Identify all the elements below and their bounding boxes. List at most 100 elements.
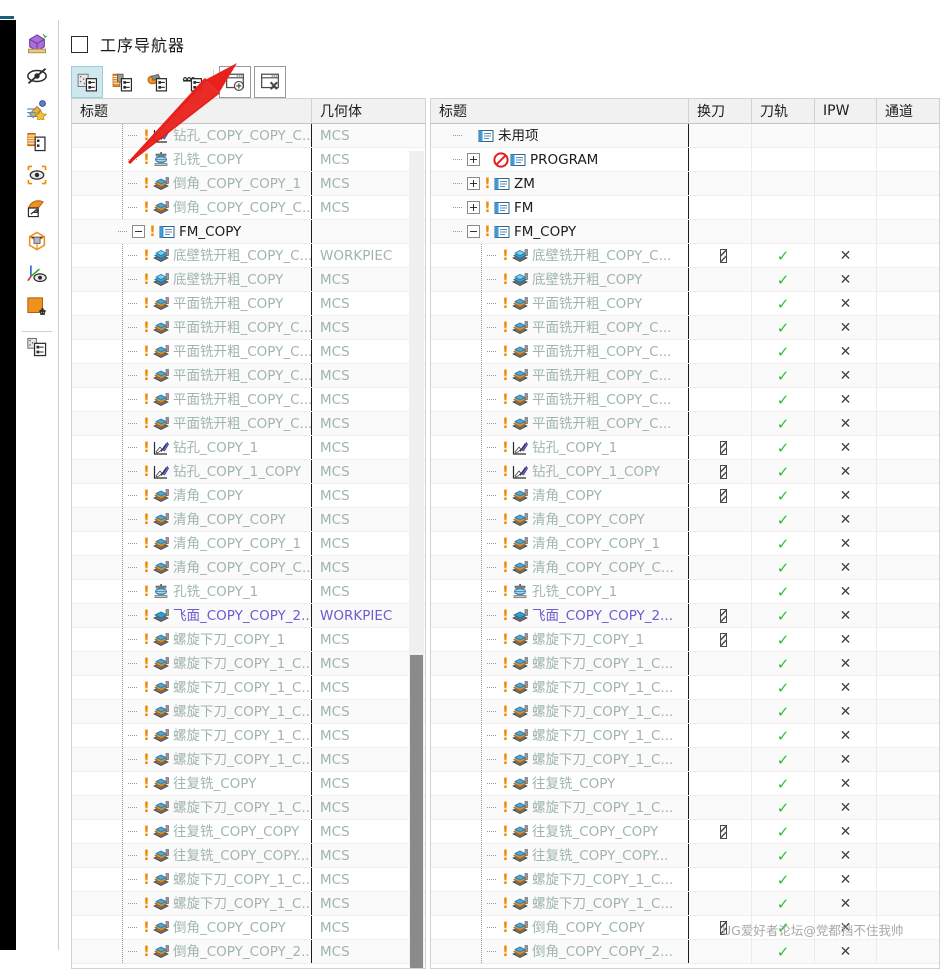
rail-item-2[interactable]: [16, 94, 58, 127]
cell-title[interactable]: ! ZM: [431, 172, 689, 195]
cell-title[interactable]: ! 倒角_COPY_COPY_2...: [72, 940, 312, 963]
tree-expander-plus[interactable]: [467, 177, 480, 190]
tree-expander-plus[interactable]: [467, 201, 480, 214]
table-row[interactable]: ! 清角_COPY_COPY_1 MCS: [72, 532, 425, 556]
cell-title[interactable]: ! 倒角_COPY_COPY_C...: [72, 196, 312, 219]
cell-title[interactable]: ! 底壁铣开粗_COPY: [72, 268, 312, 291]
table-row[interactable]: ! 平面铣开粗_COPY_C... MCS: [72, 388, 425, 412]
cell-title[interactable]: ! 平面铣开粗_COPY_C...: [72, 388, 312, 411]
cell-title[interactable]: ! 往复铣_COPY_COPY...: [72, 844, 312, 867]
cell-title[interactable]: ! 螺旋下刀_COPY_1_C...: [72, 892, 312, 915]
cell-title[interactable]: ! 清角_COPY_COPY_1: [72, 532, 312, 555]
cell-title[interactable]: ! 平面铣开粗_COPY_C...: [72, 364, 312, 387]
cell-title[interactable]: ! 倒角_COPY_COPY_2...: [431, 940, 689, 963]
table-row[interactable]: ! 钻孔_COPY_1 MCS: [72, 436, 425, 460]
table-row[interactable]: ! FM_COPY: [72, 220, 425, 244]
table-row[interactable]: ! 平面铣开粗_COPY_C... ✓ ✕: [431, 340, 939, 364]
table-row[interactable]: ! 飞面_COPY_COPY_2... WORKPIEC: [72, 604, 425, 628]
rail-item-5[interactable]: [16, 193, 58, 226]
table-row[interactable]: ! 平面铣开粗_COPY_C... ✓ ✕: [431, 412, 939, 436]
table-row[interactable]: ! 螺旋下刀_COPY_1_C... ✓ ✕: [431, 700, 939, 724]
cell-title[interactable]: ! FM_COPY: [72, 220, 312, 243]
cell-title[interactable]: ! 孔铣_COPY_1: [431, 580, 689, 603]
table-row[interactable]: ! 清角_COPY_COPY ✓ ✕: [431, 508, 939, 532]
table-row[interactable]: ! 螺旋下刀_COPY_1_C... MCS: [72, 724, 425, 748]
column-header-title[interactable]: 标题: [72, 99, 312, 123]
table-row[interactable]: ! 钻孔_COPY_COPY_C... MCS: [72, 124, 425, 148]
table-row[interactable]: ! 钻孔_COPY_1 ✓ ✕: [431, 436, 939, 460]
cell-title[interactable]: ! 螺旋下刀_COPY_1_C...: [72, 724, 312, 747]
cell-title[interactable]: ! 平面铣开粗_COPY_C...: [72, 340, 312, 363]
cell-title[interactable]: ! 孔铣_COPY: [72, 148, 312, 171]
cell-title[interactable]: ! 平面铣开粗_COPY_C...: [431, 340, 689, 363]
table-row[interactable]: ! 往复铣_COPY_COPY... MCS: [72, 844, 425, 868]
rail-item-7[interactable]: [16, 259, 58, 292]
table-row[interactable]: ! 平面铣开粗_COPY MCS: [72, 292, 425, 316]
cell-title[interactable]: ! 飞面_COPY_COPY_2...: [431, 604, 689, 627]
table-row[interactable]: ! 倒角_COPY_COPY_2... MCS: [72, 940, 425, 964]
cell-title[interactable]: ! 螺旋下刀_COPY_1_C...: [431, 724, 689, 747]
cell-title[interactable]: ! 平面铣开粗_COPY_C...: [72, 412, 312, 435]
cell-title[interactable]: ! 螺旋下刀_COPY_1_C...: [72, 652, 312, 675]
table-row[interactable]: ! 清角_COPY_COPY_C... ✓ ✕: [431, 556, 939, 580]
cell-title[interactable]: ! 清角_COPY_COPY: [431, 508, 689, 531]
cell-title[interactable]: ! FM_COPY: [431, 220, 689, 243]
cell-title[interactable]: ! 螺旋下刀_COPY_1_C...: [72, 700, 312, 723]
cell-title[interactable]: ! 钻孔_COPY_1: [72, 436, 312, 459]
table-row[interactable]: ! 底壁铣开粗_COPY_C... ✓ ✕: [431, 244, 939, 268]
geometry-view-button[interactable]: [141, 66, 173, 98]
cell-title[interactable]: ! 螺旋下刀_COPY_1_C...: [431, 676, 689, 699]
left-vertical-scrollbar[interactable]: [409, 151, 424, 968]
table-row[interactable]: ! 平面铣开粗_COPY_C... MCS: [72, 364, 425, 388]
cell-title[interactable]: ! 平面铣开粗_COPY_C...: [431, 316, 689, 339]
machining-method-view-button[interactable]: [176, 66, 208, 98]
cell-title[interactable]: ! 钻孔_COPY_1: [431, 436, 689, 459]
table-row[interactable]: ! 往复铣_COPY ✓ ✕: [431, 772, 939, 796]
left-scrollbar-thumb[interactable]: [410, 655, 423, 968]
cell-title[interactable]: ! 螺旋下刀_COPY_1_C...: [431, 652, 689, 675]
table-row[interactable]: ! 螺旋下刀_COPY_1_C... MCS: [72, 748, 425, 772]
table-row[interactable]: PROGRAM: [431, 148, 939, 172]
cell-title[interactable]: ! 平面铣开粗_COPY: [72, 292, 312, 315]
cell-title[interactable]: ! 孔铣_COPY_1: [72, 580, 312, 603]
cell-title[interactable]: ! 钻孔_COPY_1_COPY: [72, 460, 312, 483]
cell-title[interactable]: ! 螺旋下刀_COPY_1_C...: [431, 796, 689, 819]
table-row[interactable]: ! FM_COPY: [431, 220, 939, 244]
cell-title[interactable]: ! 清角_COPY: [431, 484, 689, 507]
rail-item-8[interactable]: [16, 292, 58, 325]
cell-title[interactable]: ! 平面铣开粗_COPY_C...: [431, 364, 689, 387]
table-row[interactable]: ! 螺旋下刀_COPY_1 ✓ ✕: [431, 628, 939, 652]
table-row[interactable]: ! 底壁铣开粗_COPY MCS: [72, 268, 425, 292]
table-row[interactable]: ! 往复铣_COPY_COPY MCS: [72, 820, 425, 844]
rail-item-1[interactable]: [16, 61, 58, 94]
rail-item-4[interactable]: [16, 160, 58, 193]
cell-title[interactable]: ! 清角_COPY_COPY_C...: [431, 556, 689, 579]
table-row[interactable]: ! 螺旋下刀_COPY_1_C... MCS: [72, 868, 425, 892]
table-row[interactable]: ! 螺旋下刀_COPY_1_C... ✓ ✕: [431, 868, 939, 892]
table-row[interactable]: ! 飞面_COPY_COPY_2... ✓ ✕: [431, 604, 939, 628]
rail-item-0[interactable]: [16, 28, 58, 61]
cell-title[interactable]: ! 底壁铣开粗_COPY_C...: [72, 244, 312, 267]
cell-title[interactable]: ! 往复铣_COPY_COPY: [72, 820, 312, 843]
table-row[interactable]: ! 平面铣开粗_COPY ✓ ✕: [431, 292, 939, 316]
cell-title[interactable]: ! 底壁铣开粗_COPY: [431, 268, 689, 291]
cell-title[interactable]: ! 清角_COPY: [72, 484, 312, 507]
table-row[interactable]: ! 清角_COPY_COPY MCS: [72, 508, 425, 532]
table-row[interactable]: ! 往复铣_COPY_COPY ✓ ✕: [431, 820, 939, 844]
cell-title[interactable]: ! 螺旋下刀_COPY_1_C...: [72, 796, 312, 819]
cell-title[interactable]: PROGRAM: [431, 148, 689, 171]
cell-title[interactable]: ! 螺旋下刀_COPY_1_C...: [72, 868, 312, 891]
table-row[interactable]: ! 平面铣开粗_COPY_C... MCS: [72, 316, 425, 340]
cell-title[interactable]: ! 清角_COPY_COPY_C...: [72, 556, 312, 579]
table-row[interactable]: ! 往复铣_COPY MCS: [72, 772, 425, 796]
cell-title[interactable]: ! 平面铣开粗_COPY_C...: [72, 316, 312, 339]
cell-title[interactable]: ! 螺旋下刀_COPY_1_C...: [431, 868, 689, 891]
rail-item-3[interactable]: [16, 127, 58, 160]
table-row[interactable]: ! 螺旋下刀_COPY_1_C... ✓ ✕: [431, 796, 939, 820]
cell-title[interactable]: ! 往复铣_COPY_COPY...: [431, 844, 689, 867]
table-row[interactable]: ! 螺旋下刀_COPY_1_C... MCS: [72, 652, 425, 676]
table-row[interactable]: ! 螺旋下刀_COPY_1_C... ✓ ✕: [431, 892, 939, 916]
table-row[interactable]: ! 钻孔_COPY_1_COPY MCS: [72, 460, 425, 484]
delete-operation-button[interactable]: [254, 66, 286, 98]
cell-title[interactable]: ! 往复铣_COPY_COPY: [431, 820, 689, 843]
